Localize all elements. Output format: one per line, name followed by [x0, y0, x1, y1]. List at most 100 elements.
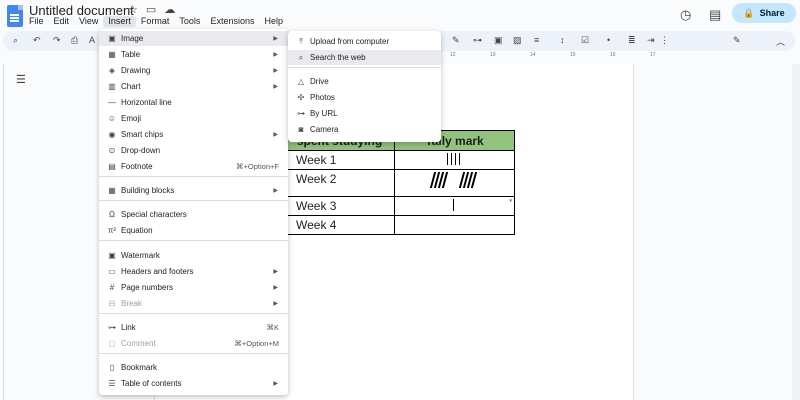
indent-icon[interactable]: ⇥: [647, 35, 655, 46]
table-cell-tally[interactable]: [394, 169, 515, 197]
bulleted-list-icon[interactable]: •: [607, 35, 610, 45]
lock-icon: 🔒: [743, 7, 755, 18]
menu-item-watermark[interactable]: ▣ Watermark: [99, 248, 288, 263]
table-cell-week[interactable]: Week 2: [284, 169, 395, 197]
menu-divider: [99, 353, 288, 354]
menu-insert[interactable]: Insert: [103, 16, 136, 27]
tally-mark-group: [446, 152, 463, 165]
scrollbar[interactable]: [792, 64, 800, 400]
menu-divider: [99, 176, 288, 177]
menu-file[interactable]: File: [24, 16, 49, 27]
menu-item-headers-footers[interactable]: ▭ Headers and footers ▶: [99, 264, 288, 279]
menu-divider: [99, 313, 288, 314]
menu-divider: [288, 67, 441, 68]
menu-divider: [99, 200, 288, 201]
share-button[interactable]: 🔒 Share: [732, 3, 796, 23]
editing-mode-icon[interactable]: ✎: [733, 35, 741, 46]
insert-link-icon[interactable]: ⊶: [473, 35, 482, 46]
submenu-arrow-icon: ▶: [273, 68, 278, 74]
menu-item-building-blocks[interactable]: ▦ Building blocks ▶: [99, 183, 288, 198]
submenu-item-photos[interactable]: ✣ Photos: [288, 90, 441, 105]
drive-icon: △: [297, 77, 305, 86]
menu-item-special-characters[interactable]: Ω Special characters: [99, 207, 288, 222]
spellcheck-icon[interactable]: A: [89, 35, 95, 45]
camera-icon: ◙: [298, 125, 304, 134]
menu-divider: [99, 240, 288, 241]
table-cell-week[interactable]: Week 4: [284, 215, 395, 235]
move-folder-icon[interactable]: ▭: [146, 3, 156, 16]
table-of-contents-icon: ☰: [108, 379, 116, 388]
menu-item-equation[interactable]: π² Equation: [99, 223, 288, 238]
print-icon[interactable]: ⎙: [71, 35, 78, 46]
submenu-item-upload[interactable]: ⤒ Upload from computer: [288, 34, 441, 49]
menu-item-horizontal-line[interactable]: — Horizontal line: [99, 95, 288, 110]
add-comment-icon[interactable]: ▣: [494, 35, 503, 46]
docs-logo-icon[interactable]: [7, 5, 23, 27]
image-icon: ▣: [108, 34, 116, 43]
numbered-list-icon[interactable]: ≣: [628, 35, 636, 46]
undo-icon[interactable]: ↶: [33, 35, 41, 46]
tally-mark-group: [459, 172, 477, 188]
table-cell-tally[interactable]: [394, 215, 515, 235]
vertical-ruler: [0, 64, 4, 400]
checklist-icon[interactable]: ☑: [581, 35, 589, 46]
insert-image-icon[interactable]: ▨: [513, 35, 522, 46]
link-icon: ⊶: [297, 109, 305, 118]
cloud-status-icon[interactable]: ☁: [164, 3, 175, 16]
menu-item-dropdown[interactable]: ⊙ Drop-down: [99, 143, 288, 158]
table-cell-tally[interactable]: ▾: [394, 196, 515, 216]
table-cell-week[interactable]: Week 3: [284, 196, 395, 216]
footnote-icon: ▤: [108, 162, 116, 171]
menu-item-drawing[interactable]: ◈ Drawing ▶: [99, 63, 288, 78]
menu-item-chart[interactable]: ▥ Chart ▶: [99, 79, 288, 94]
menu-tools[interactable]: Tools: [174, 16, 205, 27]
submenu-item-search-web[interactable]: ⌕ Search the web: [288, 50, 441, 65]
cell-dropdown-icon[interactable]: ▾: [509, 198, 512, 204]
document-table[interactable]: spent studying Tally mark Week 1 Week 2 …: [284, 130, 515, 235]
document-outline-icon[interactable]: ☰: [16, 73, 26, 86]
menu-item-image[interactable]: ▣ Image ▶: [99, 31, 288, 46]
submenu-arrow-icon: ▶: [273, 381, 278, 387]
menu-item-bookmark[interactable]: ▯ Bookmark: [99, 360, 288, 375]
more-options-icon[interactable]: ⋮: [660, 35, 669, 46]
menu-extensions[interactable]: Extensions: [205, 16, 259, 27]
star-icon[interactable]: ☆: [128, 3, 138, 16]
menu-item-table[interactable]: ▦ Table ▶: [99, 47, 288, 62]
menu-bar: File Edit View Insert Format Tools Exten…: [24, 16, 288, 27]
photos-icon: ✣: [297, 93, 305, 102]
tally-mark-group: [429, 172, 448, 188]
menu-format[interactable]: Format: [136, 16, 175, 27]
submenu-arrow-icon: ▶: [273, 301, 278, 307]
menu-item-emoji[interactable]: ☺ Emoji: [99, 111, 288, 126]
table-cell-tally[interactable]: [394, 150, 515, 170]
horizontal-line-icon: —: [108, 98, 116, 107]
menu-item-smart-chips[interactable]: ◉ Smart chips ▶: [99, 127, 288, 142]
line-spacing-icon[interactable]: ↕: [560, 35, 565, 45]
submenu-item-by-url[interactable]: ⊶ By URL: [288, 106, 441, 121]
submenu-arrow-icon: ▶: [273, 84, 278, 90]
building-blocks-icon: ▦: [108, 186, 116, 195]
menu-view[interactable]: View: [74, 16, 103, 27]
watermark-icon: ▣: [108, 251, 116, 260]
menu-item-table-of-contents[interactable]: ☰ Table of contents ▶: [99, 376, 288, 391]
align-icon[interactable]: ≡: [534, 35, 539, 45]
menu-item-link[interactable]: ⊶ Link ⌘K: [99, 320, 288, 335]
history-icon[interactable]: ◷: [680, 7, 691, 23]
submenu-arrow-icon: ▶: [273, 269, 278, 275]
menu-item-page-numbers[interactable]: # Page numbers ▶: [99, 280, 288, 295]
highlight-pen-icon[interactable]: ✎: [452, 35, 460, 46]
comments-icon[interactable]: ▤: [709, 7, 721, 23]
table-cell-week[interactable]: Week 1: [284, 150, 395, 170]
submenu-item-camera[interactable]: ◙ Camera: [288, 122, 441, 137]
search-icon: ⌕: [298, 52, 304, 62]
image-submenu: ⤒ Upload from computer ⌕ Search the web △ D…: [288, 31, 441, 142]
collapse-chevron-icon[interactable]: ︿: [776, 35, 785, 48]
search-menus-icon[interactable]: ⌕: [13, 35, 18, 46]
submenu-item-drive[interactable]: △ Drive: [288, 74, 441, 89]
menu-item-footnote[interactable]: ▤ Footnote ⌘+Option+F: [99, 159, 288, 174]
redo-icon[interactable]: ↷: [53, 35, 61, 46]
comment-icon: ▢: [108, 339, 116, 348]
horizontal-ruler[interactable]: 12 13 14 15 16 17: [440, 52, 690, 62]
menu-edit[interactable]: Edit: [49, 16, 75, 27]
menu-help[interactable]: Help: [259, 16, 288, 27]
